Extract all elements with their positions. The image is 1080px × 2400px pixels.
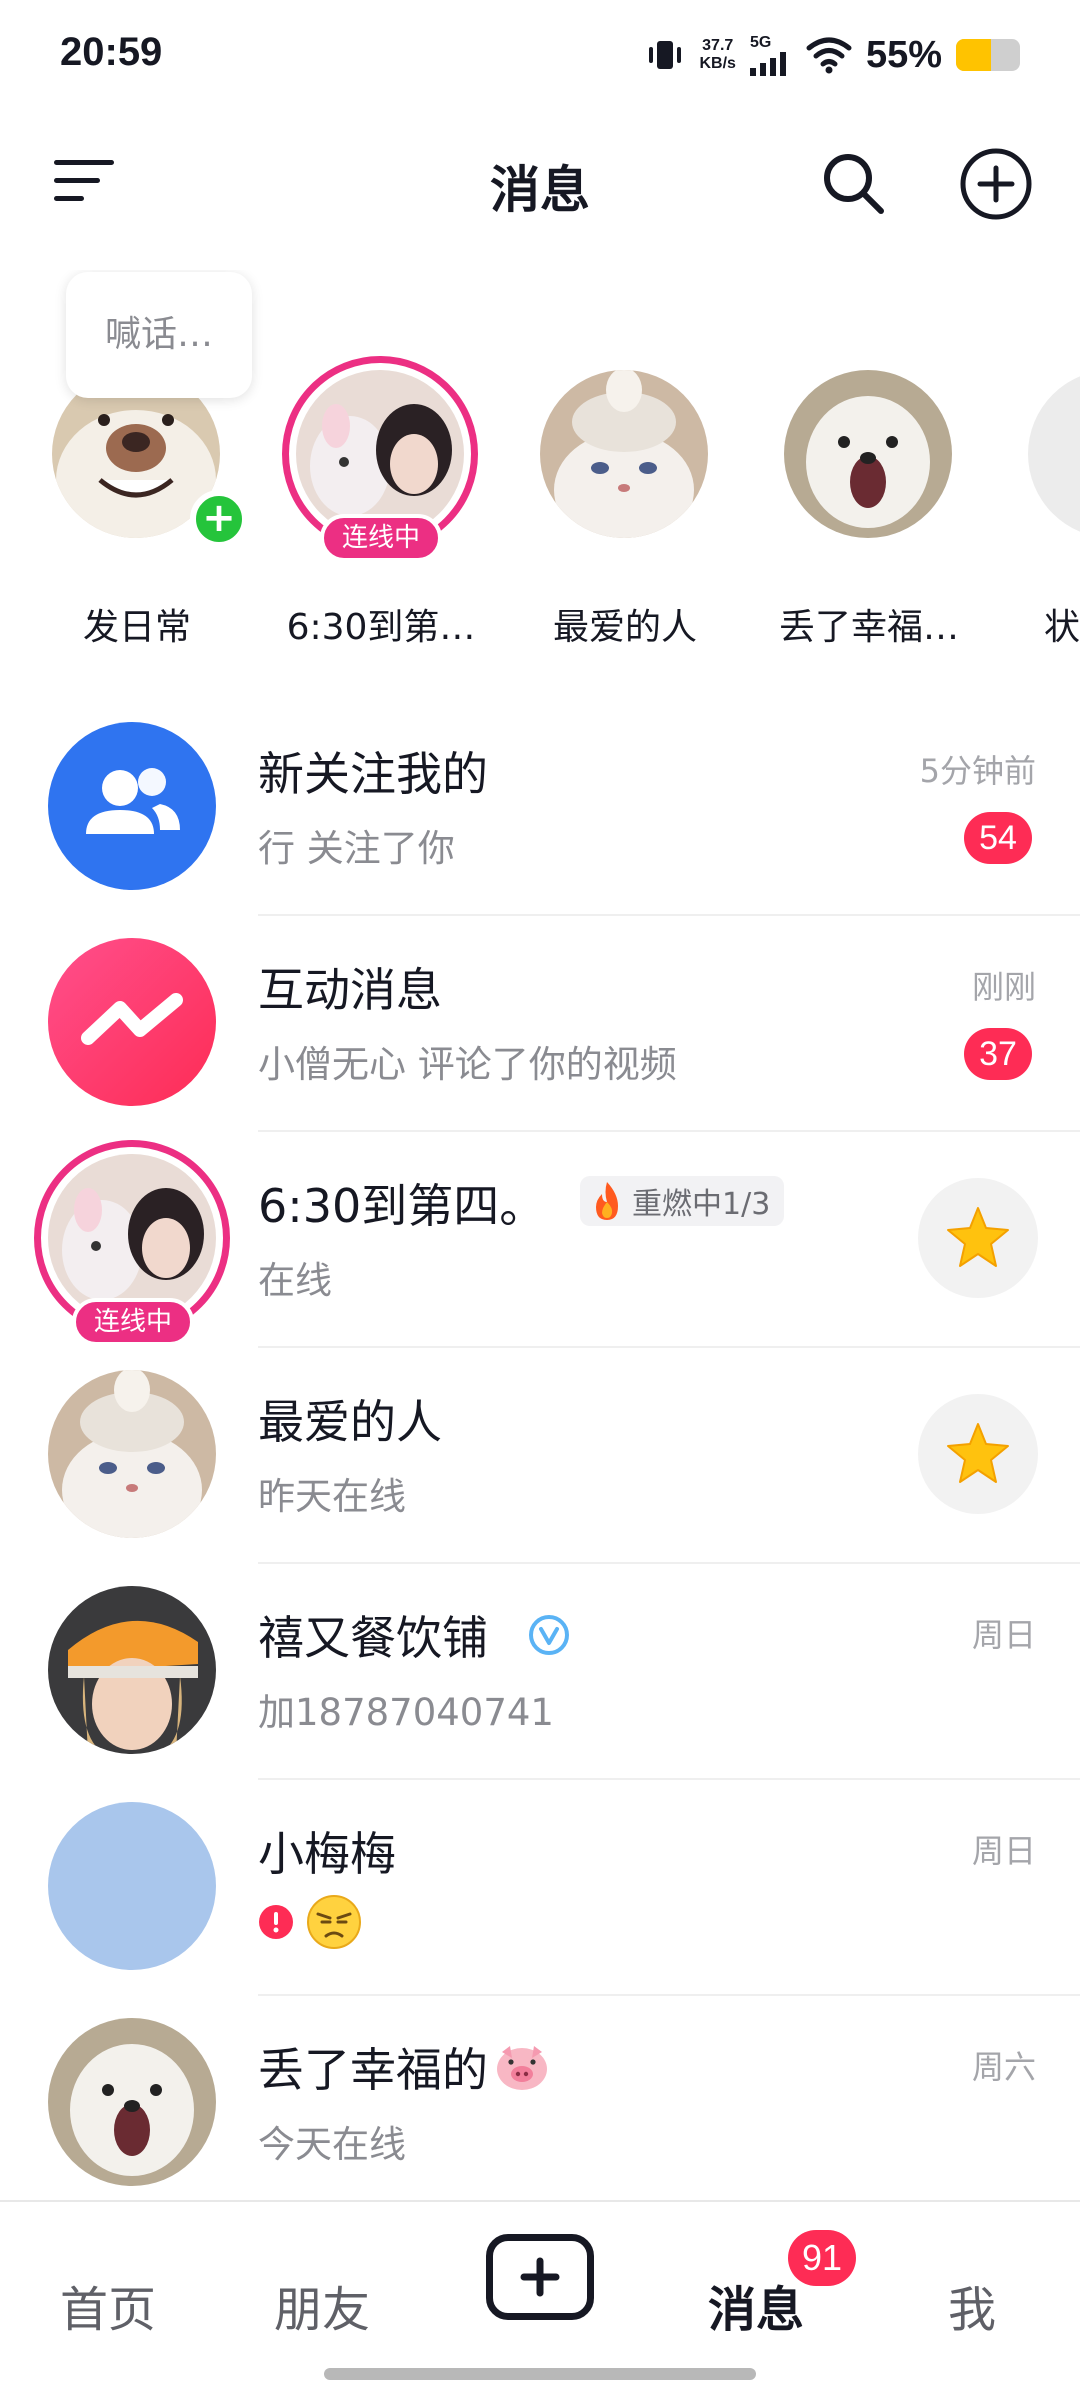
list-item-chat-meimei[interactable]: 小梅梅 周日 [0, 1780, 1080, 1996]
live-badge: 连线中 [320, 514, 442, 562]
contact-name: 丢了幸福的 [258, 2043, 488, 2097]
streak-text: 重燃中1/3 [632, 1187, 771, 1222]
flame-icon [596, 1182, 618, 1220]
interaction-icon [48, 938, 216, 1106]
top-bar: 消息 [0, 130, 1080, 230]
timestamp: 周六 [971, 2048, 1036, 2086]
home-indicator[interactable] [324, 2368, 756, 2380]
story-label: 6:30到第… [286, 607, 476, 648]
last-message: 在线 [258, 1259, 332, 1302]
avatar [296, 370, 464, 538]
create-button[interactable] [486, 2234, 594, 2320]
cellular: 5G [749, 34, 792, 76]
list-item-new-followers[interactable]: 新关注我的 行 关注了你 5分钟前 54 [0, 700, 1080, 916]
favorite-star-button[interactable] [918, 1394, 1038, 1514]
contact-name: 最爱的人 [258, 1395, 442, 1449]
list-item-chat-shop[interactable]: 禧又餐饮铺 加18787040741 周日 [0, 1564, 1080, 1780]
story-label: 丢了幸福… [778, 607, 959, 648]
last-message: 小僧无心 评论了你的视频 [258, 1043, 677, 1086]
favorite-star-button[interactable] [918, 1178, 1038, 1298]
tab-home[interactable]: 首页 [28, 2270, 188, 2340]
list-item-interactions[interactable]: 互动消息 小僧无心 评论了你的视频 刚刚 37 [0, 916, 1080, 1132]
story-item-favorite[interactable]: 最爱的人 [510, 270, 740, 660]
annoyed-emoji-icon [307, 1895, 361, 1949]
timestamp: 周日 [971, 1616, 1036, 1654]
add-story-icon[interactable]: + [190, 490, 248, 548]
pig-emoji-icon [497, 2046, 547, 2090]
streak-tag: 重燃中1/3 [580, 1176, 785, 1226]
unread-badge: 54 [964, 812, 1032, 864]
avatar [1028, 370, 1080, 538]
messages-badge: 91 [788, 2230, 856, 2286]
star-icon [947, 1207, 1009, 1267]
status-bar: 20:59 37.7 KB/s 5G 55% [0, 0, 1080, 110]
last-message: 今天在线 [258, 2123, 406, 2166]
avatar [48, 1370, 216, 1538]
error-icon [259, 1905, 293, 1939]
last-message: 加18787040741 [258, 1691, 554, 1734]
avatar [48, 722, 216, 890]
wifi-icon [806, 37, 852, 74]
contact-name: 禧又餐饮铺 [258, 1611, 488, 1665]
status-time: 20:59 [60, 30, 163, 74]
avatar [784, 370, 952, 538]
users-icon [48, 722, 216, 890]
timestamp: 周日 [971, 1832, 1036, 1870]
story-item-lost-happiness[interactable]: 丢了幸福… [754, 270, 984, 660]
avatar [48, 1154, 216, 1322]
avatar [540, 370, 708, 538]
story-item-live[interactable]: 连线中 6:30到第… [266, 270, 496, 660]
list-item-chat-630[interactable]: 连线中 6:30到第四。 重燃中1/3 在线 [0, 1132, 1080, 1348]
last-message-emoji [258, 1894, 362, 1950]
page-title: 消息 [490, 161, 590, 219]
add-circle-icon[interactable] [958, 146, 1034, 222]
contact-name: 小梅梅 [258, 1827, 396, 1881]
battery-icon [956, 39, 1020, 71]
avatar [48, 1802, 216, 1970]
last-message: 昨天在线 [258, 1475, 406, 1518]
story-label: 状 [1044, 607, 1080, 648]
story-label: 最爱的人 [552, 607, 697, 648]
status-indicators: 37.7 KB/s 5G 55% [645, 30, 1020, 80]
contact-name: 互动消息 [258, 963, 442, 1017]
live-badge: 连线中 [72, 1298, 194, 1346]
story-label: 发日常 [82, 607, 191, 648]
story-item-partial[interactable]: 状 [998, 270, 1080, 660]
list-item-chat-favorite[interactable]: 最爱的人 昨天在线 [0, 1348, 1080, 1564]
battery-fill [956, 39, 992, 71]
search-icon[interactable] [818, 148, 888, 218]
contact-name: 新关注我的 [258, 747, 488, 801]
stories-row: + 发日常 喊话… 连线中 6:30到第… 最爱的人 丢了幸福… 状 [0, 270, 1080, 660]
verified-icon [529, 1615, 569, 1655]
tab-me[interactable]: 我 [892, 2270, 1052, 2340]
battery-percent: 55% [865, 33, 942, 76]
plus-icon [520, 2257, 560, 2297]
avatar [48, 938, 216, 1106]
story-item-daily[interactable]: + 发日常 喊话… [22, 270, 252, 660]
list-item-chat-lost-happiness[interactable]: 丢了幸福的 今天在线 周六 [0, 1996, 1080, 2200]
network-type: 5G [749, 34, 772, 51]
avatar [48, 2018, 216, 2186]
vibrate-icon [649, 41, 682, 69]
timestamp: 刚刚 [971, 968, 1036, 1006]
shout-bubble[interactable]: 喊话… [66, 272, 252, 398]
net-speed: 37.7 KB/s [699, 37, 736, 72]
star-icon [947, 1423, 1009, 1483]
unread-badge: 37 [964, 1028, 1032, 1080]
last-message: 行 关注了你 [258, 827, 455, 870]
timestamp: 5分钟前 [919, 752, 1036, 790]
avatar [48, 1586, 216, 1754]
tab-friends[interactable]: 朋友 [242, 2270, 402, 2340]
contact-name-row: 丢了幸福的 [258, 2034, 550, 2100]
signal-icon [749, 52, 786, 76]
contact-name: 6:30到第四。 [258, 1179, 546, 1233]
message-list: 新关注我的 行 关注了你 5分钟前 54 互动消息 小僧无心 评论了你的视频 刚… [0, 700, 1080, 2200]
